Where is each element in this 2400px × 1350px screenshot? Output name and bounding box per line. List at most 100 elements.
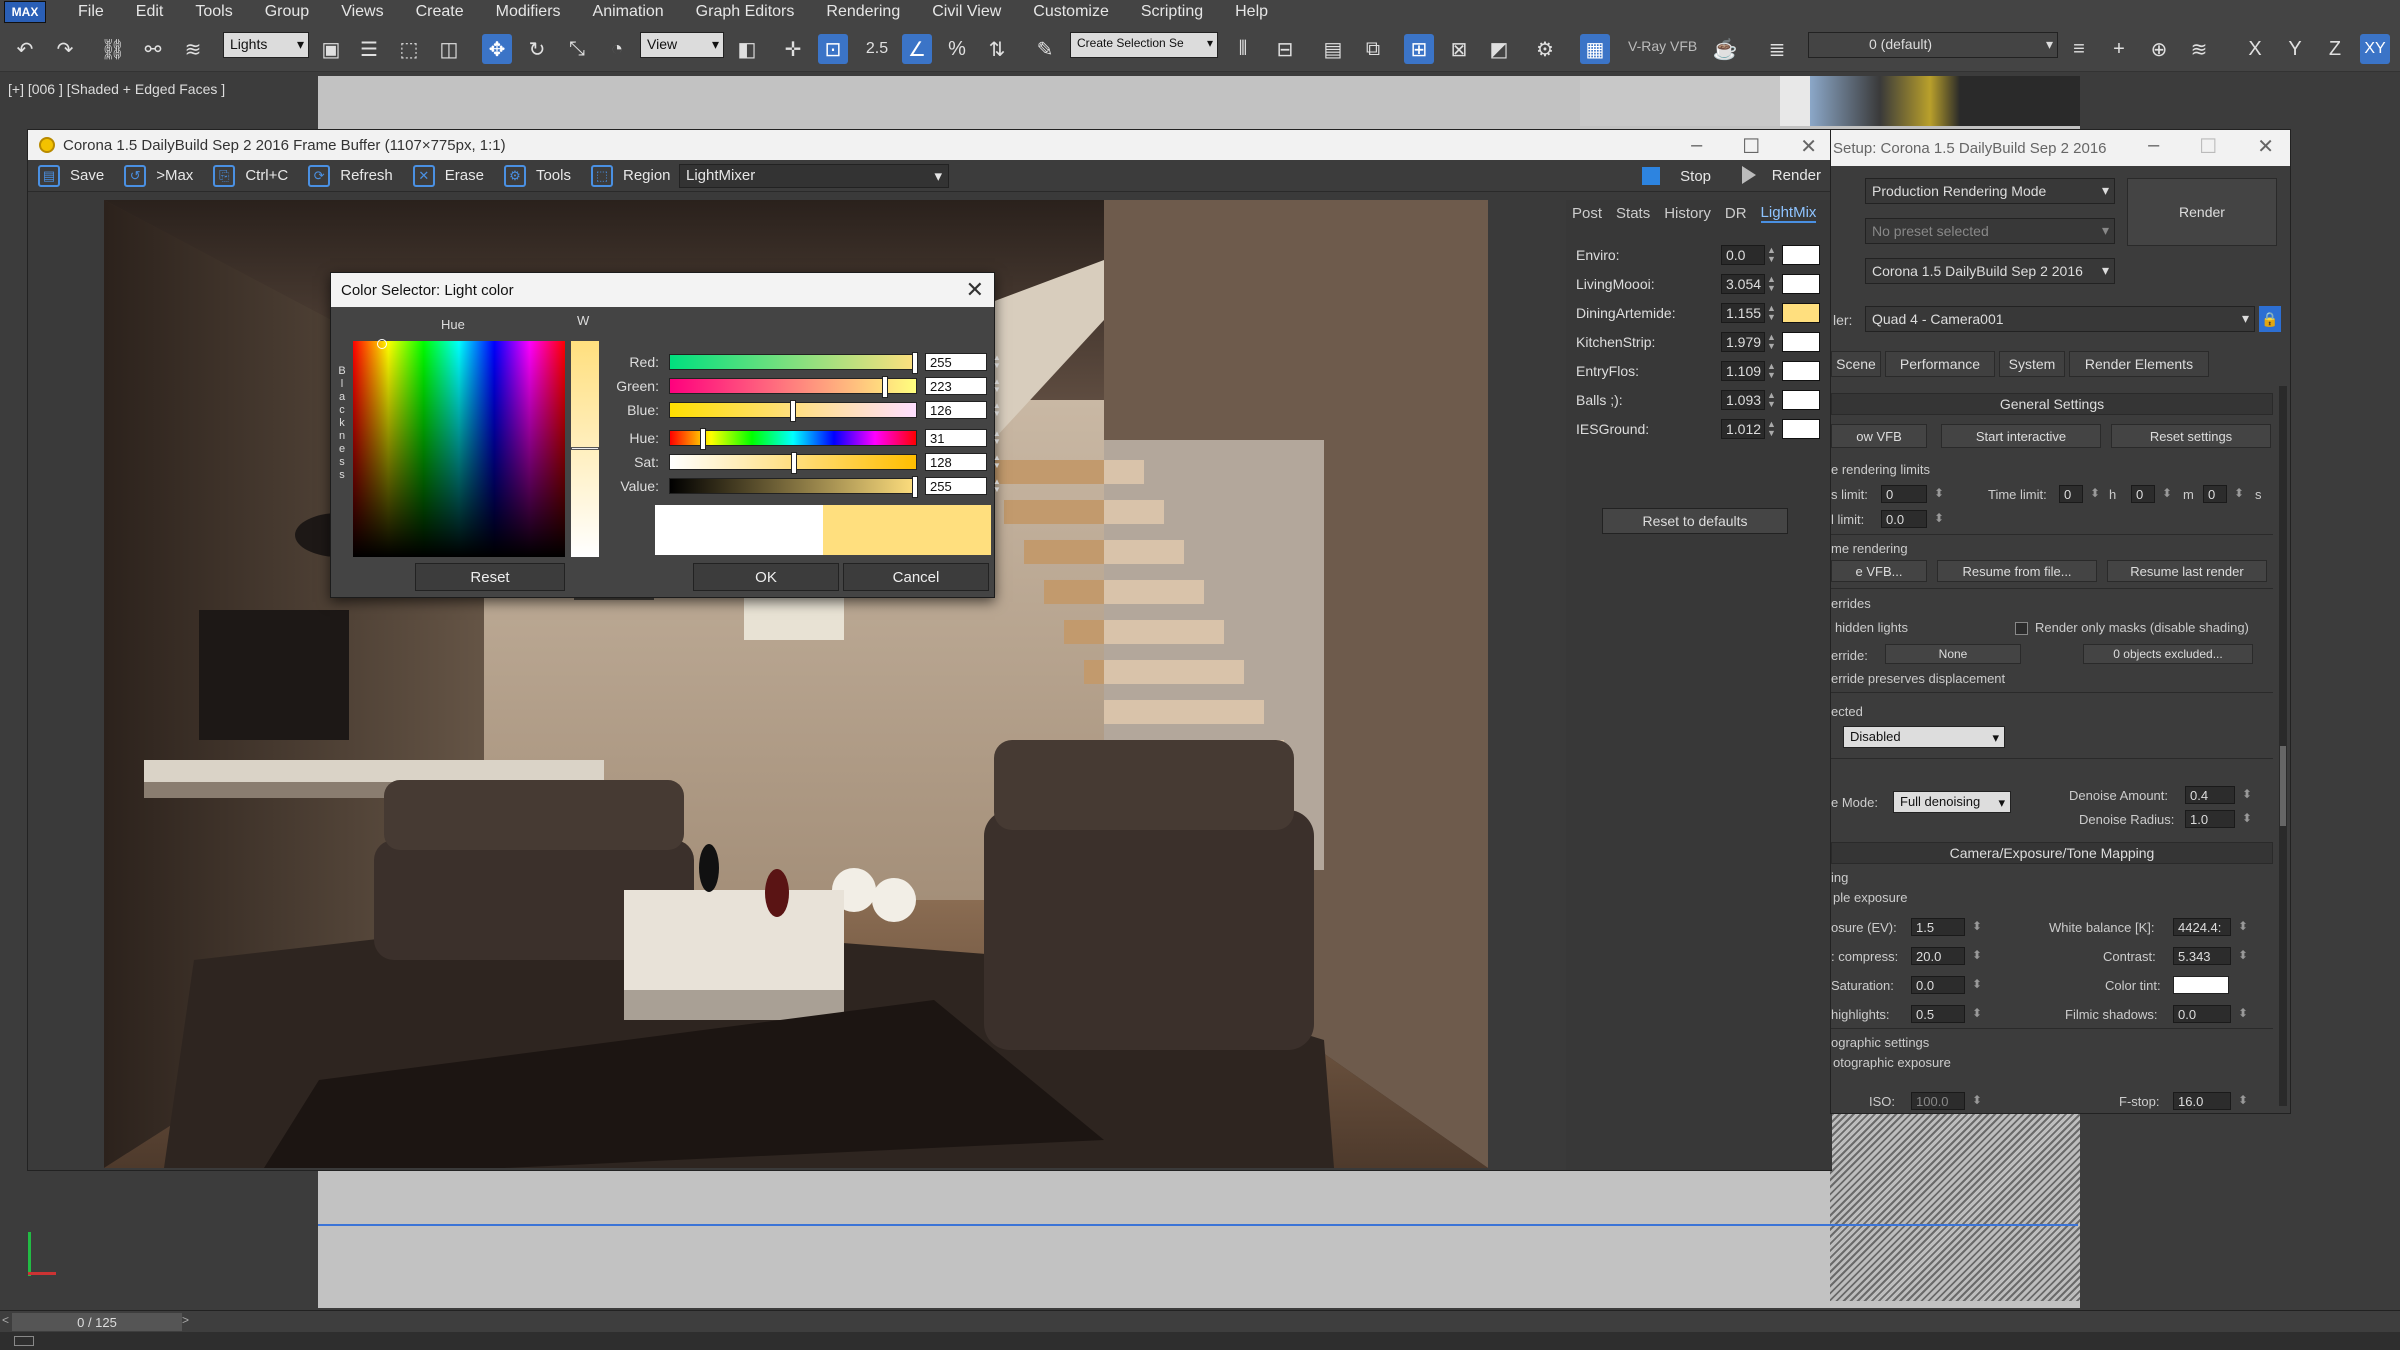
resume-from-file-button[interactable]: Resume from file... bbox=[1937, 560, 2097, 582]
reset-settings-button[interactable]: Reset settings bbox=[2111, 424, 2271, 448]
window-crossing-icon[interactable]: ◫ bbox=[434, 34, 464, 64]
menu-scripting[interactable]: Scripting bbox=[1141, 3, 1203, 21]
sat-slider-thumb[interactable] bbox=[791, 452, 798, 474]
time-seconds-input[interactable]: 0 bbox=[2203, 485, 2244, 503]
lightmixer-select[interactable]: LightMixer bbox=[679, 164, 949, 188]
sat-slider[interactable] bbox=[669, 452, 917, 474]
blue-spinner-icon[interactable]: ▲ ▼ bbox=[993, 402, 1001, 418]
value-slider[interactable] bbox=[669, 476, 918, 498]
save-vfb-button[interactable]: e VFB... bbox=[1831, 560, 1927, 582]
select-object-icon[interactable]: ▣ bbox=[316, 34, 346, 64]
axis-z-button[interactable]: Z bbox=[2320, 34, 2350, 64]
camera-exposure-header[interactable]: Camera/Exposure/Tone Mapping bbox=[1831, 842, 2273, 864]
preserve-displacement-label[interactable]: erride preserves displacement bbox=[1831, 671, 2005, 686]
keyboard-shortcut-icon[interactable]: ⊡ bbox=[818, 34, 848, 64]
blue-slider[interactable] bbox=[669, 400, 917, 422]
picker-cursor[interactable] bbox=[377, 339, 387, 349]
renderer-select[interactable]: Corona 1.5 DailyBuild Sep 2 2016 bbox=[1865, 258, 2115, 284]
green-slider-thumb[interactable] bbox=[881, 376, 888, 398]
hidden-lights-label[interactable]: hidden lights bbox=[1835, 620, 1908, 635]
vray-vfb-label[interactable]: V-Ray VFB bbox=[1628, 38, 1697, 54]
hue-input[interactable]: 31 bbox=[925, 429, 987, 447]
pivot-center-icon[interactable]: ◧ bbox=[732, 34, 762, 64]
tools-button[interactable]: ⚙ Tools bbox=[503, 164, 571, 187]
hide-layer-icon[interactable]: ≋ bbox=[2184, 34, 2214, 64]
menu-rendering[interactable]: Rendering bbox=[826, 3, 900, 21]
time-minutes-input[interactable]: 0 bbox=[2131, 485, 2172, 503]
light-intensity-input[interactable]: 1.012 bbox=[1721, 419, 1765, 439]
bind-spacewarp-icon[interactable]: ≋ bbox=[178, 34, 208, 64]
erase-button[interactable]: ✕ Erase bbox=[412, 164, 484, 187]
tab-performance[interactable]: Performance bbox=[1885, 351, 1995, 377]
material-editor-icon[interactable]: ◩ bbox=[1484, 34, 1514, 64]
denoise-amount-input[interactable]: 0.4 bbox=[2185, 786, 2252, 804]
copy-button[interactable]: ⎘ Ctrl+C bbox=[213, 164, 288, 187]
light-intensity-input[interactable]: 1.155 bbox=[1721, 303, 1765, 323]
menu-graph-editors[interactable]: Graph Editors bbox=[696, 3, 795, 21]
app-logo[interactable]: MAX bbox=[4, 1, 46, 23]
frame-buffer-titlebar[interactable]: Corona 1.5 DailyBuild Sep 2 2016 Frame B… bbox=[28, 130, 1831, 160]
rendering-mode-select[interactable]: Production Rendering Mode bbox=[1865, 178, 2115, 204]
region-button[interactable]: ⬚ Region bbox=[590, 164, 671, 187]
red-slider-thumb[interactable] bbox=[912, 352, 918, 374]
blue-input[interactable]: 126 bbox=[925, 401, 987, 419]
layer-explorer-icon[interactable]: ▤ bbox=[1318, 34, 1348, 64]
menu-tools[interactable]: Tools bbox=[195, 3, 232, 21]
tab-stats[interactable]: Stats bbox=[1616, 205, 1650, 222]
light-intensity-input[interactable]: 1.109 bbox=[1721, 361, 1765, 381]
minimize-icon[interactable]: – bbox=[1691, 134, 1702, 159]
show-vfb-button[interactable]: ow VFB bbox=[1831, 424, 1927, 448]
menu-create[interactable]: Create bbox=[416, 3, 464, 21]
angle-snap-icon[interactable]: ∠ bbox=[902, 34, 932, 64]
snap-toggle-icon[interactable]: 2.5 bbox=[862, 34, 892, 64]
timeline-next-icon[interactable]: > bbox=[182, 1313, 189, 1327]
spinner-arrows-icon[interactable]: ▲ ▼ bbox=[1767, 391, 1776, 409]
light-color-swatch[interactable] bbox=[1782, 419, 1820, 439]
hue-slider[interactable] bbox=[669, 428, 917, 450]
menu-edit[interactable]: Edit bbox=[136, 3, 164, 21]
spinner-arrows-icon[interactable]: ▲ ▼ bbox=[1767, 333, 1776, 351]
layer-select[interactable]: 0 (default) bbox=[1808, 32, 2058, 58]
to-max-button[interactable]: ↺ >Max bbox=[124, 164, 193, 187]
menu-help[interactable]: Help bbox=[1235, 3, 1268, 21]
light-intensity-input[interactable]: 1.093 bbox=[1721, 390, 1765, 410]
reset-button[interactable]: Reset bbox=[415, 563, 565, 591]
render-setup-render-button[interactable]: Render bbox=[2127, 178, 2277, 246]
undo-icon[interactable]: ↶ bbox=[10, 34, 40, 64]
render-setup-scrollbar[interactable] bbox=[2279, 386, 2287, 1106]
green-spinner-icon[interactable]: ▲ ▼ bbox=[993, 378, 1001, 394]
select-move-icon[interactable]: ✥ bbox=[482, 34, 512, 64]
hue-spinner-icon[interactable]: ▲ ▼ bbox=[993, 430, 1001, 446]
light-intensity-input[interactable]: 1.979 bbox=[1721, 332, 1765, 352]
value-slider-thumb[interactable] bbox=[912, 476, 918, 498]
axis-xy-button[interactable]: XY bbox=[2360, 34, 2390, 64]
refresh-button[interactable]: ⟳ Refresh bbox=[308, 164, 393, 187]
timeline[interactable]: < 0 / 125 > bbox=[0, 1310, 2400, 1332]
hue-blackness-picker[interactable] bbox=[353, 339, 565, 557]
override-material-button[interactable]: None bbox=[1885, 644, 2021, 664]
select-rotate-icon[interactable]: ↻ bbox=[522, 34, 552, 64]
light-intensity-input[interactable]: 0.0 bbox=[1721, 245, 1765, 265]
render-teapot-icon[interactable]: ☕ bbox=[1710, 34, 1740, 64]
tab-dr[interactable]: DR bbox=[1725, 205, 1747, 222]
timeline-prev-icon[interactable]: < bbox=[2, 1313, 9, 1327]
simple-exposure-label[interactable]: ple exposure bbox=[1833, 890, 1907, 905]
light-color-swatch[interactable] bbox=[1782, 303, 1820, 323]
spinner-arrows-icon[interactable]: ▲ ▼ bbox=[1767, 420, 1776, 438]
close-icon[interactable]: ✕ bbox=[1800, 134, 1817, 159]
render-frame-window-icon[interactable]: ▦ bbox=[1580, 34, 1610, 64]
percent-snap-icon[interactable]: % bbox=[942, 34, 972, 64]
placement-icon[interactable]: ◔ bbox=[602, 34, 632, 64]
spinner-arrows-icon[interactable]: ▲ ▼ bbox=[1767, 304, 1776, 322]
schematic-view-icon[interactable]: ⊠ bbox=[1444, 34, 1474, 64]
excluded-objects-button[interactable]: 0 objects excluded... bbox=[2083, 644, 2253, 664]
white-balance-input[interactable]: 4424.4: bbox=[2173, 918, 2248, 936]
menu-views[interactable]: Views bbox=[341, 3, 383, 21]
link-icon[interactable]: ⛓ bbox=[98, 34, 128, 64]
lock-icon[interactable]: 🔒 bbox=[2259, 306, 2281, 332]
spinner-arrows-icon[interactable]: ▲ ▼ bbox=[1767, 362, 1776, 380]
general-settings-header[interactable]: General Settings bbox=[1831, 393, 2273, 415]
light-intensity-input[interactable]: 3.054 bbox=[1721, 274, 1765, 294]
select-scale-icon[interactable]: ⤡ bbox=[562, 34, 592, 64]
layers-icon[interactable]: ≣ bbox=[1762, 34, 1792, 64]
